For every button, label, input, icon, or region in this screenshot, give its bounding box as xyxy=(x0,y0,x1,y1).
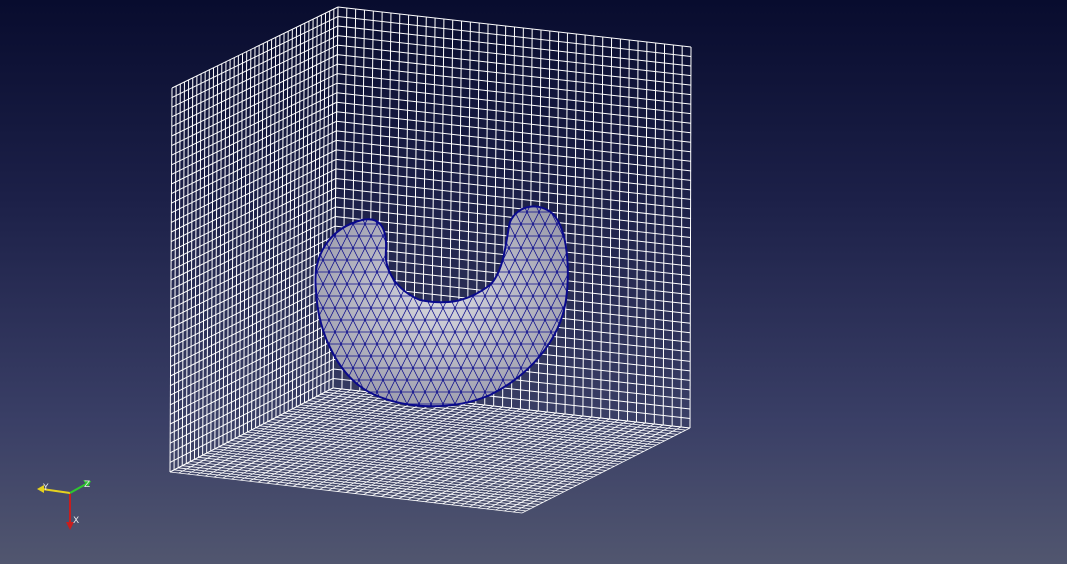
render-viewport[interactable]: X Y Z xyxy=(0,0,1067,564)
grid-box xyxy=(169,6,692,514)
grid-side-wall xyxy=(169,6,339,473)
y-axis-label: Y xyxy=(42,483,49,493)
z-axis-label: Z xyxy=(84,480,90,490)
x-axis-label: X xyxy=(73,516,79,526)
orientation-axes: X Y Z xyxy=(37,480,91,530)
